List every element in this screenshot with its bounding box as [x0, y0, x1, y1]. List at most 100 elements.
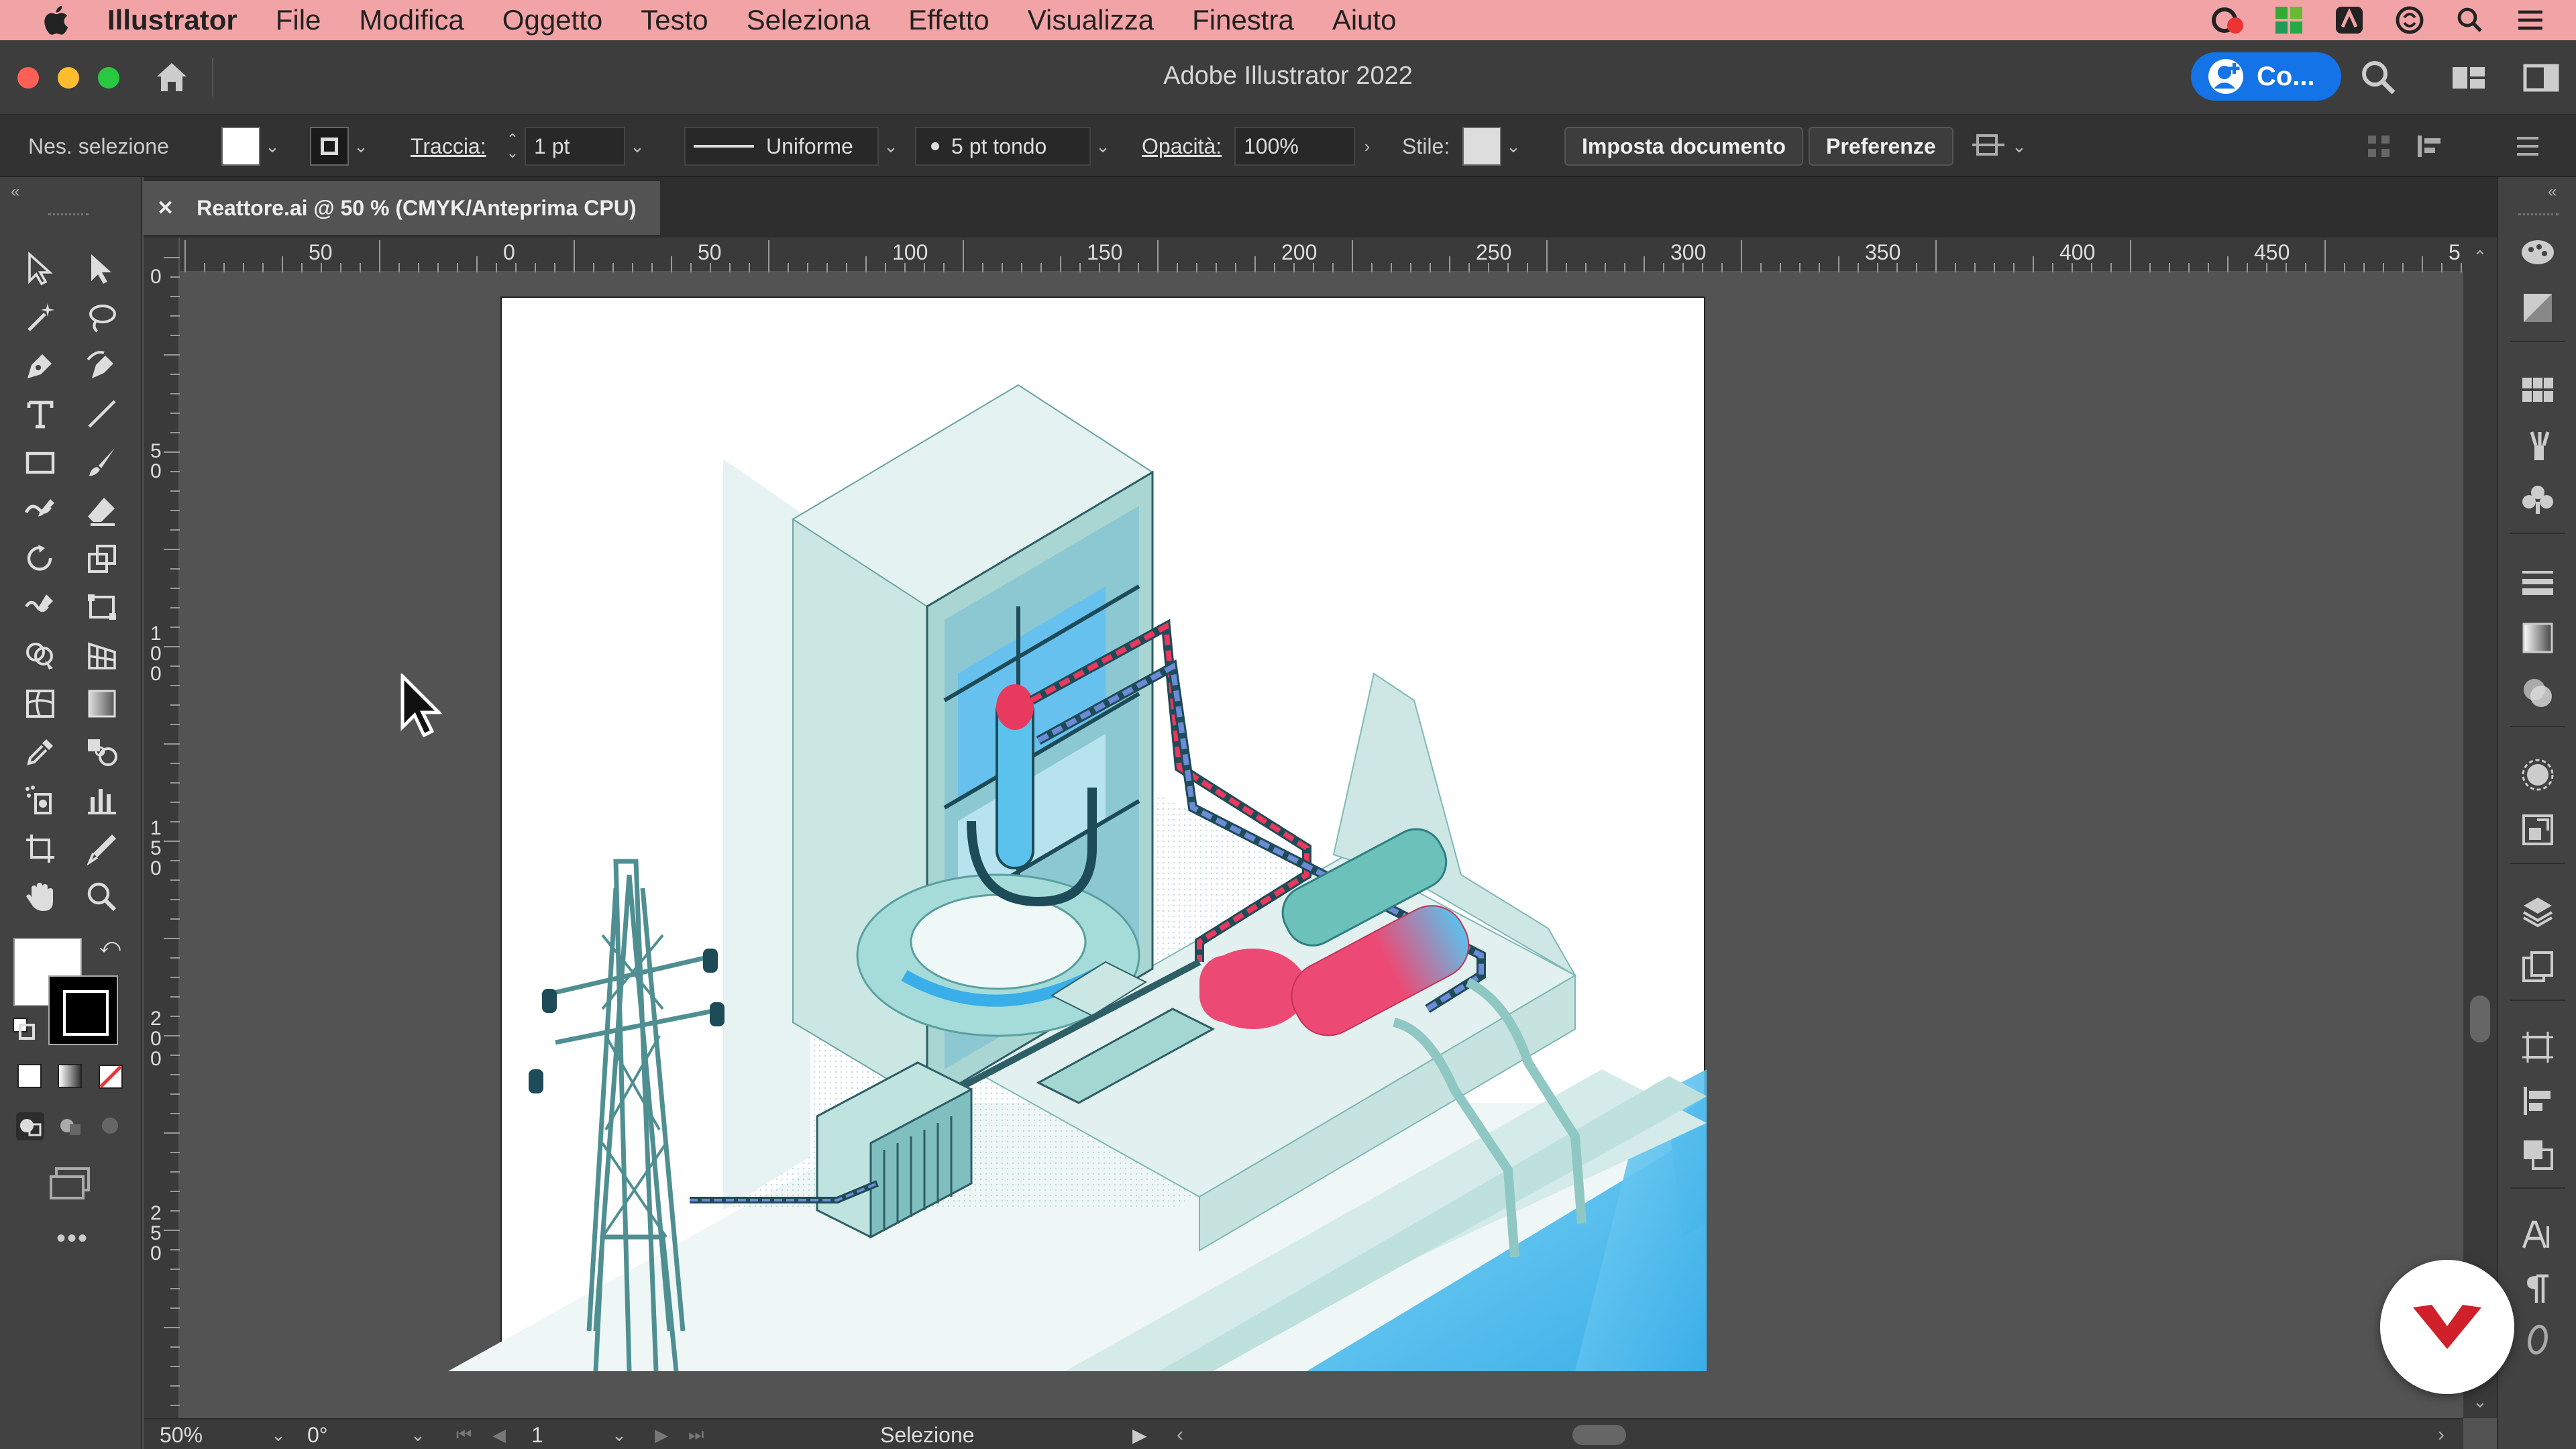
menu-window[interactable]: Finestra: [1192, 4, 1294, 36]
image-trace-panel-icon[interactable]: [2517, 287, 2559, 329]
lasso-tool-icon[interactable]: [75, 295, 129, 339]
brushes-panel-icon[interactable]: [2517, 425, 2559, 467]
control-center-icon[interactable]: [2512, 4, 2549, 36]
document-tab[interactable]: ✕ Reattore.ai @ 50 % (CMYK/Anteprima CPU…: [144, 181, 660, 235]
zoom-dropdown-icon[interactable]: ⌄: [271, 1419, 286, 1449]
menu-object[interactable]: Oggetto: [502, 4, 602, 36]
stroke-profile-dropdown-icon[interactable]: ⌄: [879, 127, 903, 166]
transform-panel-icon[interactable]: [2517, 1026, 2559, 1068]
magic-wand-tool-icon[interactable]: [13, 295, 67, 339]
direct-selection-tool-icon[interactable]: [75, 247, 129, 291]
stroke-weight-dropdown-icon[interactable]: ⌄: [625, 127, 649, 166]
eyedropper-tool-icon[interactable]: [13, 730, 67, 774]
artboard-number-field[interactable]: 1: [531, 1419, 598, 1449]
none-mode-button[interactable]: [98, 1064, 123, 1089]
style-swatch[interactable]: [1462, 127, 1501, 166]
canvas-area[interactable]: [180, 272, 2463, 1418]
blend-tool-icon[interactable]: [75, 730, 129, 774]
workspace-switcher-icon[interactable]: [2449, 58, 2489, 98]
creative-cloud-status-icon[interactable]: [2210, 4, 2247, 36]
menu-app-name[interactable]: Illustrator: [107, 4, 237, 36]
artboards-panel-icon[interactable]: [2517, 946, 2559, 987]
graphic-styles-panel-icon[interactable]: [2517, 809, 2559, 851]
warp-tool-icon[interactable]: [13, 585, 67, 629]
expand-panels-icon[interactable]: «: [2548, 182, 2557, 201]
gradient-mode-button[interactable]: [58, 1064, 82, 1088]
next-artboard-icon[interactable]: ▶: [655, 1419, 668, 1449]
scroll-left-icon[interactable]: ‹: [1177, 1419, 1183, 1449]
transparency-panel-icon[interactable]: [2517, 672, 2559, 714]
artboard[interactable]: [448, 297, 1707, 1372]
toolbar-grip[interactable]: [48, 213, 89, 220]
menu-edit[interactable]: Modifica: [359, 4, 464, 36]
vertical-scroll-thumb[interactable]: [2470, 996, 2490, 1042]
opacity-control[interactable]: 100% ›: [1234, 126, 1379, 166]
slice-tool-icon[interactable]: [75, 826, 129, 871]
properties-panel-icon[interactable]: [2517, 232, 2559, 274]
stroke-profile-select[interactable]: Uniforme: [684, 127, 879, 166]
sync-app-icon[interactable]: [2391, 4, 2428, 36]
brush-control[interactable]: 5 pt tondo ⌄: [915, 126, 1115, 166]
swap-fill-stroke-icon[interactable]: ⤺: [99, 935, 121, 958]
search-icon[interactable]: [2359, 58, 2399, 98]
style-control[interactable]: ⌄: [1462, 126, 1525, 166]
color-mode-button[interactable]: [17, 1064, 42, 1088]
scroll-up-icon[interactable]: ⌃: [2473, 247, 2487, 268]
align-panel-icon[interactable]: [2415, 133, 2447, 160]
current-tool-status[interactable]: Selezione: [880, 1419, 975, 1449]
opacity-input[interactable]: 100%: [1234, 127, 1355, 166]
gradient-panel-icon[interactable]: [2517, 617, 2559, 659]
scroll-right-icon[interactable]: ›: [2438, 1419, 2445, 1449]
scale-tool-icon[interactable]: [75, 537, 129, 581]
perspective-grid-tool-icon[interactable]: [75, 633, 129, 678]
symbols-panel-icon[interactable]: [2517, 479, 2559, 521]
last-artboard-icon[interactable]: ⏭: [688, 1419, 704, 1449]
dock-grip[interactable]: [2518, 213, 2559, 220]
draw-inside-icon[interactable]: [97, 1112, 125, 1140]
brush-select[interactable]: 5 pt tondo: [915, 127, 1091, 166]
panel-menu-icon[interactable]: [2514, 134, 2541, 158]
swatches-panel-icon[interactable]: [2517, 369, 2559, 411]
draw-normal-icon[interactable]: [16, 1112, 44, 1140]
menu-help[interactable]: Aiuto: [1332, 4, 1397, 36]
opacity-expand-icon[interactable]: ›: [1355, 127, 1379, 166]
stroke-weight-control[interactable]: ⌃ ⌄ 1 pt ⌄: [500, 126, 649, 166]
paragraph-panel-icon[interactable]: [2517, 1268, 2559, 1309]
horizontal-ruler[interactable]: 50 0 50 100 150 200 250 300 350 400 450 …: [180, 237, 2463, 272]
vertical-ruler[interactable]: 0 5 0 1 0 0 1 5 0 2 0 0 2 5 0: [144, 237, 180, 1418]
fill-control[interactable]: ⌄: [221, 126, 284, 166]
collapse-toolbar-icon[interactable]: «: [11, 182, 19, 201]
menu-type[interactable]: Testo: [641, 4, 708, 36]
close-tab-icon[interactable]: ✕: [157, 197, 174, 220]
style-dropdown-icon[interactable]: ⌄: [1501, 127, 1525, 166]
previous-artboard-icon[interactable]: ◀: [492, 1419, 506, 1449]
mesh-tool-icon[interactable]: [13, 682, 67, 726]
zoom-tool-icon[interactable]: [75, 875, 129, 919]
layers-panel-icon[interactable]: [2517, 891, 2559, 932]
artboard-tool-icon[interactable]: [13, 826, 67, 871]
default-fill-stroke-icon[interactable]: [12, 1017, 35, 1040]
stroke-swatch[interactable]: [310, 127, 349, 166]
curvature-tool-icon[interactable]: [75, 343, 129, 388]
menu-file[interactable]: File: [276, 4, 321, 36]
rotate-tool-icon[interactable]: [13, 537, 67, 581]
gradient-tool-icon[interactable]: [75, 682, 129, 726]
pathfinder-panel-icon[interactable]: [2517, 1134, 2559, 1175]
rotation-dropdown-icon[interactable]: ⌄: [411, 1419, 425, 1449]
line-segment-tool-icon[interactable]: [75, 392, 129, 436]
eraser-tool-icon[interactable]: [75, 488, 129, 533]
paintbrush-tool-icon[interactable]: [75, 440, 129, 484]
screen-mode-icon[interactable]: [48, 1166, 95, 1201]
stroke-profile-control[interactable]: Uniforme ⌄: [684, 126, 903, 166]
rectangle-tool-icon[interactable]: [13, 440, 67, 484]
menu-select[interactable]: Seleziona: [747, 4, 870, 36]
panel-layout-icon[interactable]: [2521, 58, 2561, 98]
clover-app-icon[interactable]: [2270, 4, 2308, 36]
selection-tool-icon[interactable]: [13, 247, 67, 291]
menu-effect[interactable]: Effetto: [908, 4, 989, 36]
grid-view-icon[interactable]: [2365, 133, 2392, 160]
stroke-color-control[interactable]: ⌄: [310, 126, 373, 166]
vertical-scrollbar[interactable]: ⌃ ⌄: [2463, 237, 2497, 1418]
horizontal-scroll-thumb[interactable]: [1572, 1425, 1626, 1445]
stroke-color-swatch[interactable]: [48, 975, 118, 1045]
